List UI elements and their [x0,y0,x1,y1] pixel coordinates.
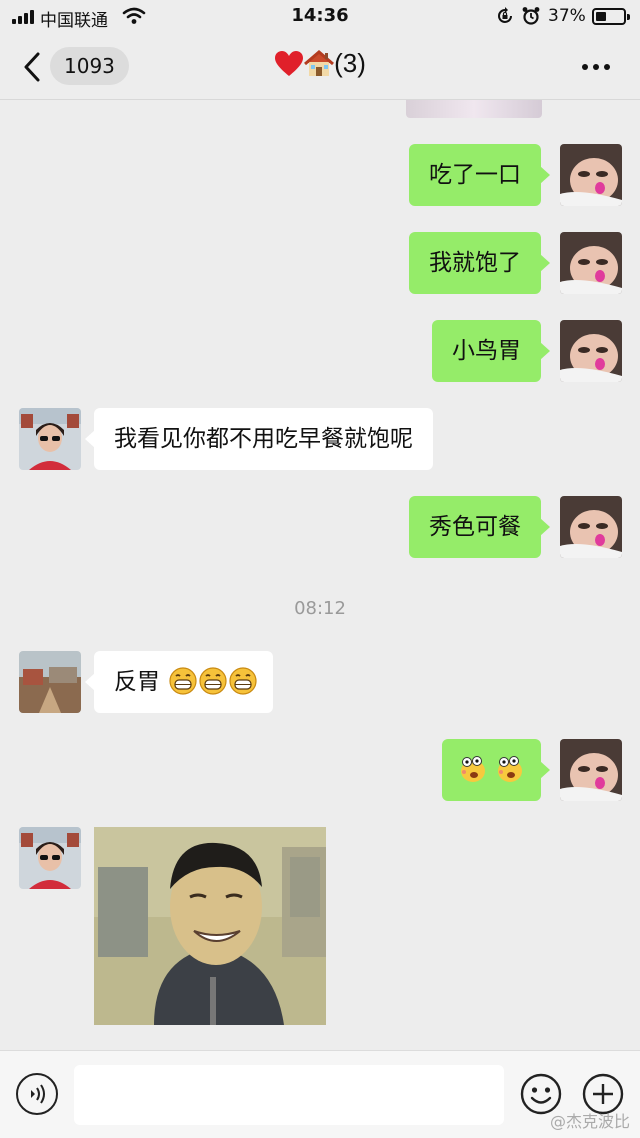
message-text: 我看见你都不用吃早餐就饱呢 [114,426,413,452]
message-text: 我就饱了 [429,250,521,276]
message-bubble[interactable]: 吃了一口 [409,144,550,206]
battery-icon [592,8,630,25]
grin-emoji-icon [169,666,197,695]
status-bar: 中国联通 14:36 37% [0,0,640,34]
message-text: 小鸟胃 [452,338,521,364]
message-text: 秀色可餐 [429,514,521,540]
message-bubble[interactable]: 秀色可餐 [409,496,550,558]
voice-icon [31,1084,45,1104]
my-avatar[interactable] [560,496,622,558]
dizzy-face-emoji-icon [460,755,485,782]
unread-count-badge[interactable]: 1093 [50,47,129,85]
status-time: 14:36 [291,5,349,26]
message-bubble[interactable]: 我就饱了 [409,232,550,294]
more-options-icon[interactable] [580,62,612,72]
message-timestamp: 08:12 [294,598,346,619]
contact-avatar[interactable] [19,827,81,889]
message-bubble[interactable]: 小鸟胃 [432,320,550,382]
contact-avatar[interactable] [19,651,81,713]
chat-header: 1093 (3) [0,34,640,100]
my-avatar[interactable] [560,320,622,382]
my-avatar[interactable] [560,144,622,206]
house-icon [304,49,335,76]
chat-title[interactable]: (3) [260,48,380,84]
previous-image-message[interactable] [406,100,542,118]
my-avatar[interactable] [560,739,622,801]
message-bubble[interactable]: 反胃 [84,651,274,713]
grin-emoji-icon [199,666,227,695]
contact-avatar[interactable] [19,408,81,470]
my-avatar[interactable] [560,232,622,294]
watermark: @杰克波比 [549,1112,630,1131]
message-bubble[interactable]: 我看见你都不用吃早餐就饱呢 [85,408,433,470]
battery-percent: 37% [548,6,586,26]
message-bubble[interactable] [441,739,551,801]
input-bar: @杰克波比 [0,1050,640,1138]
message-input[interactable] [74,1065,504,1125]
rotation-lock-icon [498,7,512,23]
message-text: 吃了一口 [429,162,521,188]
message-list[interactable]: 吃了一口 我就饱了 小鸟胃 我看见你都不用吃早餐就饱呢 秀色可餐 08:12 反… [0,100,640,1050]
dizzy-face-emoji-icon [498,755,522,782]
voice-input-button[interactable] [16,1073,58,1115]
alarm-icon [522,7,540,25]
image-message[interactable] [94,827,326,1025]
heart-icon [275,50,304,76]
grin-emoji-icon [229,666,257,695]
member-count: (3) [334,48,366,78]
message-text: 反胃 [114,669,160,695]
back-arrow-icon[interactable] [18,50,48,84]
